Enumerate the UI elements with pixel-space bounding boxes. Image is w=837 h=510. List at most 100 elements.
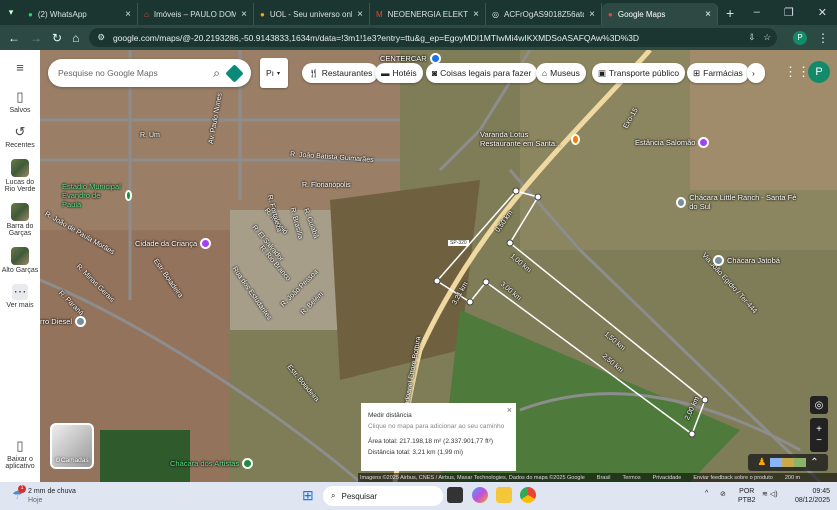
chips-next-button[interactable]: › <box>747 63 765 83</box>
place-chacara-jatoba[interactable]: Chácara Jatobá <box>713 255 780 266</box>
close-icon[interactable]: × <box>473 9 479 20</box>
close-icon[interactable]: × <box>589 9 595 20</box>
tab-whatsapp[interactable]: ● (2) WhatsApp × <box>22 3 138 25</box>
reload-icon[interactable]: ↻ <box>52 31 62 45</box>
close-icon[interactable]: × <box>241 9 247 20</box>
map-canvas[interactable]: 0,50 km 1,00 km 1,50 km 2,00 km 2,50 km … <box>40 50 837 482</box>
feedback-link[interactable]: Enviar feedback sobre o produto <box>693 475 773 481</box>
privacy-link[interactable]: Privacidade <box>653 475 682 481</box>
chip-transporte[interactable]: ▣ Transporte público <box>592 63 686 83</box>
maps-sidebar: ≡ ▯ Salvos ↺ Recentes Lucas do Rio Verde B… <box>0 50 40 482</box>
maximize-button[interactable]: ❐ <box>784 6 794 19</box>
sidebar-item-ver-mais[interactable]: ⋯ Ver mais <box>0 284 40 309</box>
menu-button[interactable]: ≡ <box>0 60 40 75</box>
back-icon[interactable]: ← <box>8 31 20 45</box>
windows-start-icon[interactable]: ⊞ <box>302 487 314 504</box>
chip-hoteis[interactable]: ▬ Hotéis <box>375 63 423 83</box>
zoom-out-button[interactable]: − <box>816 435 822 446</box>
house-icon: ⌂ <box>144 9 149 19</box>
chip-restaurantes[interactable]: 🍴︎ Restaurantes <box>302 63 379 83</box>
tab-google-maps[interactable]: ● Google Maps × <box>602 3 718 25</box>
bus-icon: ▣ <box>598 67 607 78</box>
place-estancia-salomao[interactable]: Estância Salomão <box>635 137 710 148</box>
place-chacara-little-ranch[interactable]: Chácara Little Ranch - Santa Fé do Sul <box>676 193 806 211</box>
sidebar-item-lucas[interactable]: Lucas do Rio Verde <box>0 159 40 193</box>
uol-icon: ● <box>260 9 265 19</box>
sidebar-item-salvos[interactable]: ▯ Salvos <box>0 89 40 114</box>
tab-document[interactable]: ◎ACFrOgAS9018Z56atqlnw× <box>486 3 602 25</box>
tab-search-button[interactable]: ▾ <box>0 7 22 18</box>
close-icon[interactable]: × <box>125 9 131 20</box>
place-chacara-artistas[interactable]: Chácara dos Artistas <box>170 458 254 469</box>
layers-button[interactable]: ⚙ Camadas <box>50 423 94 469</box>
close-window-button[interactable]: ✕ <box>818 6 827 19</box>
search-box[interactable]: Pesquise no Google Maps ⌕ <box>48 59 251 87</box>
imagery-thumbnails[interactable] <box>770 458 807 467</box>
task-view-icon[interactable] <box>447 487 463 503</box>
search-icon[interactable]: ⌕ <box>213 66 220 81</box>
terms-link[interactable]: Termos <box>623 475 641 481</box>
apps-grid-icon[interactable]: ⋮⋮ <box>784 64 810 80</box>
search-input[interactable]: Pesquise no Google Maps <box>58 68 205 78</box>
profile-avatar[interactable]: P <box>793 30 807 45</box>
sidebar-item-alto[interactable]: Alto Garças <box>0 247 40 274</box>
bookmark-star-icon[interactable]: ☆ <box>763 32 771 43</box>
install-icon[interactable]: ⇩ <box>748 32 755 43</box>
taskbar-search[interactable]: ⌕ Pesquisar <box>323 486 443 506</box>
history-icon: ↺ <box>14 124 26 139</box>
sidebar-item-download-app[interactable]: ▯ Baixar o aplicativo <box>0 438 40 470</box>
tray-chevron-icon[interactable]: ^ <box>705 490 708 497</box>
my-location-button[interactable]: ◎ <box>810 396 828 414</box>
pegman-icon[interactable]: ♟ <box>757 457 766 468</box>
zoom-in-button[interactable]: + <box>816 424 822 435</box>
minimize-button[interactable]: – <box>754 6 760 19</box>
file-explorer-icon[interactable] <box>496 487 512 503</box>
chip-museus[interactable]: ⌂ Museus <box>536 63 586 83</box>
sidebar-item-recentes[interactable]: ↺ Recentes <box>0 124 40 149</box>
network-off-icon[interactable]: ⊘ <box>720 490 726 498</box>
bed-icon: ▬ <box>381 68 390 78</box>
tab-imoveis[interactable]: ⌂Imóveis – PAULO DOMINGOS× <box>138 3 254 25</box>
account-avatar[interactable]: P <box>808 61 830 83</box>
attribution-bar: Imagens ©2025 Airbus, CNES / Airbus, Max… <box>358 473 837 482</box>
maps-pin-icon: ● <box>608 9 613 19</box>
url-field[interactable]: ⚙ google.com/maps/@-20.2193286,-50.914383… <box>89 28 777 47</box>
chip-farmacias[interactable]: ⊞ Farmácias <box>687 63 749 83</box>
clock[interactable]: 09:45 08/12/2025 <box>790 487 830 505</box>
close-icon[interactable]: × <box>507 405 512 416</box>
tab-uol[interactable]: ●UOL - Seu universo online× <box>254 3 370 25</box>
new-tab-button[interactable]: + <box>726 5 734 21</box>
place-varanda-lotus[interactable]: Varanda Lotus Restaurante em Santa... <box>480 130 580 148</box>
place-estadio[interactable]: Estádio Municipal Evandro de Paula <box>62 182 132 209</box>
language-indicator[interactable]: POR PTB2 <box>738 487 756 505</box>
country-link[interactable]: Brasil <box>597 475 611 481</box>
menu-dots-icon[interactable]: ⋮ <box>817 31 829 45</box>
home-icon[interactable]: ⌂ <box>72 31 79 45</box>
place-cidade-crianca[interactable]: Cidade da Criança <box>135 238 212 249</box>
place-pin-icon <box>75 316 87 327</box>
chrome-icon[interactable] <box>520 487 536 503</box>
wifi-volume-icon[interactable]: ≋ ◁) <box>762 490 778 498</box>
tab-bar: ▾ ●(2) WhatsApp× ⌂Imóveis – PAULO DOMING… <box>0 0 837 25</box>
forward-icon[interactable]: → <box>30 31 42 45</box>
chevron-right-icon: › <box>752 68 755 78</box>
measure-distance: Distância total: 3,21 km (1,99 mi) <box>368 449 464 456</box>
chip-coisas-legais[interactable]: ◙ Coisas legais para fazer <box>426 63 538 83</box>
measure-area: Área total: 217.198,18 m² (2.337.901,77 … <box>368 438 494 445</box>
tab-neoenergia[interactable]: MNEOENERGIA ELEKTRO | F× <box>370 3 486 25</box>
place-diesel[interactable]: rro Diesel <box>40 316 87 327</box>
fork-knife-icon: 🍴︎ <box>308 67 319 78</box>
weather-widget[interactable]: 2 mm de chuva Hoje <box>28 487 76 505</box>
directions-icon[interactable] <box>225 63 244 83</box>
street-label: R. Florianópolis <box>302 182 351 189</box>
scale-bar[interactable]: 200 m <box>785 475 800 481</box>
place-thumbnail <box>11 203 29 221</box>
site-info-icon[interactable]: ⚙ <box>97 32 105 43</box>
partial-chip[interactable]: Pı ▾ <box>260 58 288 88</box>
sidebar-item-barra[interactable]: Barra do Garças <box>0 203 40 237</box>
locate-icon: ◎ <box>814 399 824 411</box>
copilot-icon[interactable] <box>472 487 488 503</box>
close-icon[interactable]: × <box>705 9 711 20</box>
close-icon[interactable]: × <box>357 9 363 20</box>
expand-icon[interactable]: ⌃ <box>810 457 818 468</box>
